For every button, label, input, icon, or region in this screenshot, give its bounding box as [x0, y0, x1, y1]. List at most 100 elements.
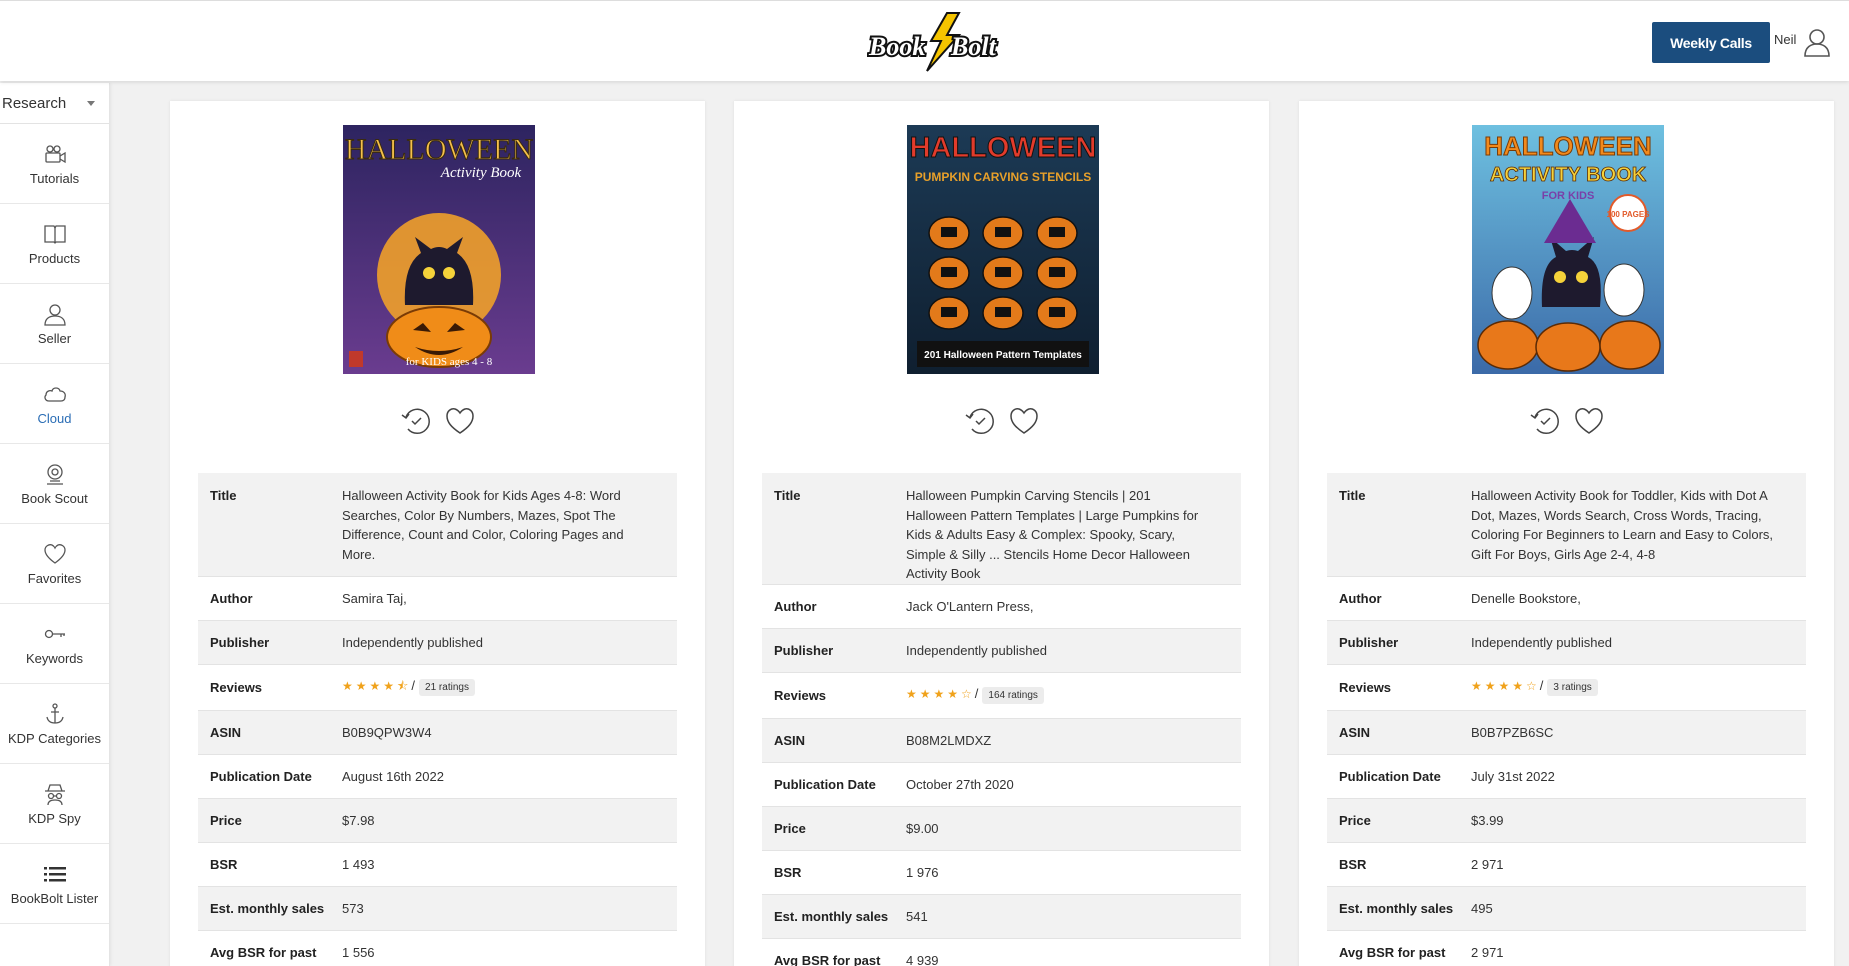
sidebar-item-label: Favorites — [27, 571, 82, 586]
cover-footer: FOR KIDS — [1542, 190, 1595, 202]
product-title-link[interactable]: Halloween Activity Book for Toddler, Kid… — [1471, 473, 1806, 577]
sidebar-item-products[interactable]: Products — [0, 204, 109, 284]
table-row: Reviews ★★★★☆/164 ratings — [762, 672, 1241, 719]
favorite-heart-icon[interactable] — [1573, 405, 1605, 437]
table-row: Price $9.00 — [762, 806, 1241, 851]
reviews-label: Reviews — [762, 672, 906, 719]
product-title-link[interactable]: Halloween Activity Book for Kids Ages 4-… — [342, 473, 677, 577]
book-cover-image[interactable]: HALLOWEEN PUMPKIN CARVING STENCILS 201 H… — [907, 125, 1099, 374]
research-dropdown-value: Research — [2, 94, 67, 112]
weekly-calls-button[interactable]: Weekly Calls — [1652, 22, 1770, 63]
favorite-heart-icon[interactable] — [1008, 405, 1040, 437]
price-label: Price — [762, 806, 906, 851]
asin-label: ASIN — [762, 718, 906, 763]
publisher-label: Publisher — [198, 620, 342, 665]
reviews-label: Reviews — [1327, 664, 1471, 711]
cloud-icon — [43, 387, 66, 402]
card-actions — [734, 405, 1269, 437]
est-sales-value: 541 — [906, 894, 1241, 939]
history-icon[interactable] — [1529, 405, 1561, 437]
table-row: Publisher Independently published — [198, 620, 677, 665]
author-link[interactable]: Samira Taj, — [342, 576, 677, 621]
author-link[interactable]: Denelle Bookstore, — [1471, 576, 1806, 621]
product-details-table: Title Halloween Activity Book for Toddler… — [1327, 473, 1806, 966]
avg-bsr-value: 2 971 — [1471, 930, 1806, 966]
sidebar-item-book-scout[interactable]: Book Scout — [0, 444, 109, 524]
pub-date-value: August 16th 2022 — [342, 754, 677, 799]
star-rating: ★★★★☆ — [1471, 679, 1540, 693]
svg-text:Book: Book — [868, 32, 925, 61]
product-card: HALLOWEEN ACTIVITY BOOK FOR KIDS 100 PAG… — [1299, 101, 1834, 966]
price-label: Price — [198, 798, 342, 843]
sidebar-item-label: KDP Categories — [8, 731, 101, 746]
sidebar-item-tutorials[interactable]: Tutorials — [0, 124, 109, 204]
product-details-table: Title Halloween Pumpkin Carving Stencils … — [762, 473, 1241, 966]
table-row: Price $3.99 — [1327, 798, 1806, 843]
table-row: Avg BSR for past 4 939 — [762, 938, 1241, 966]
user-icon — [43, 304, 66, 326]
product-card: HALLOWEEN PUMPKIN CARVING STENCILS 201 H… — [734, 101, 1269, 966]
table-row: Avg BSR for past 2 971 — [1327, 930, 1806, 966]
table-row: Title Halloween Pumpkin Carving Stencils … — [762, 473, 1241, 585]
table-row: BSR 1 976 — [762, 850, 1241, 895]
table-row: Price $7.98 — [198, 798, 677, 843]
research-dropdown[interactable]: Research — [0, 83, 109, 124]
publisher-label: Publisher — [1327, 620, 1471, 665]
user-name[interactable]: Neil — [1774, 32, 1796, 47]
product-card: HALLOWEEN Activity Book for KIDS ages 4 … — [170, 101, 705, 966]
reviews-value: ★★★★☆/164 ratings — [906, 672, 1241, 719]
price-value: $3.99 — [1471, 798, 1806, 843]
cover-subtitle: PUMPKIN CARVING STENCILS — [915, 170, 1091, 184]
heart-icon — [43, 544, 66, 564]
price-label: Price — [1327, 798, 1471, 843]
table-row: Publication Date August 16th 2022 — [198, 754, 677, 799]
author-label: Author — [1327, 576, 1471, 621]
book-cover-image[interactable]: HALLOWEEN ACTIVITY BOOK FOR KIDS 100 PAG… — [1472, 125, 1664, 374]
product-title-link[interactable]: Halloween Pumpkin Carving Stencils | 201… — [906, 473, 1241, 585]
table-row: Avg BSR for past 1 556 — [198, 930, 677, 966]
publisher-value: Independently published — [1471, 620, 1806, 665]
sidebar-item-kdp-categories[interactable]: KDP Categories — [0, 684, 109, 764]
sidebar-item-cloud[interactable]: Cloud — [0, 364, 109, 444]
anchor-icon — [45, 703, 64, 724]
avg-bsr-label: Avg BSR for past — [1327, 930, 1471, 966]
est-sales-label: Est. monthly sales — [198, 886, 342, 931]
sidebar-item-keywords[interactable]: Keywords — [0, 604, 109, 684]
bsr-label: BSR — [1327, 842, 1471, 887]
book-cover-image[interactable]: HALLOWEEN Activity Book for KIDS ages 4 … — [343, 125, 535, 374]
publisher-value: Independently published — [906, 628, 1241, 673]
bookbolt-logo[interactable]: Book Bolt — [867, 11, 1017, 75]
pub-date-label: Publication Date — [1327, 754, 1471, 799]
history-icon[interactable] — [400, 405, 432, 437]
history-icon[interactable] — [964, 405, 996, 437]
title-label: Title — [198, 473, 342, 577]
avg-bsr-value: 1 556 — [342, 930, 677, 966]
author-link[interactable]: Jack O'Lantern Press, — [906, 584, 1241, 629]
cover-title: HALLOWEEN — [1484, 131, 1652, 161]
sidebar-item-label: Cloud — [37, 411, 72, 426]
product-details-table: Title Halloween Activity Book for Kids Ag… — [198, 473, 677, 966]
chevron-down-icon — [87, 101, 95, 106]
table-row: Author Samira Taj, — [198, 576, 677, 621]
sidebar-item-seller[interactable]: Seller — [0, 284, 109, 364]
pub-date-value: October 27th 2020 — [906, 762, 1241, 807]
sidebar-item-favorites[interactable]: Favorites — [0, 524, 109, 604]
spy-icon — [44, 784, 65, 806]
avg-bsr-label: Avg BSR for past — [198, 930, 342, 966]
star-rating: ★★★★⯪ — [342, 678, 412, 693]
reviews-value: ★★★★☆/3 ratings — [1471, 664, 1806, 711]
table-row: Publisher Independently published — [762, 628, 1241, 673]
sidebar-item-bookbolt-lister[interactable]: BookBolt Lister — [0, 844, 109, 924]
table-row: Title Halloween Activity Book for Kids Ag… — [198, 473, 677, 577]
table-row: Publisher Independently published — [1327, 620, 1806, 665]
favorite-heart-icon[interactable] — [444, 405, 476, 437]
table-row: Publication Date July 31st 2022 — [1327, 754, 1806, 799]
title-label: Title — [1327, 473, 1471, 577]
pub-date-label: Publication Date — [198, 754, 342, 799]
sidebar-item-label: Book Scout — [21, 491, 88, 506]
publisher-label: Publisher — [762, 628, 906, 673]
table-row: ASIN B0B7PZB6SC — [1327, 710, 1806, 755]
sidebar-item-kdp-spy[interactable]: KDP Spy — [0, 764, 109, 844]
table-row: Est. monthly sales 541 — [762, 894, 1241, 939]
user-avatar-icon[interactable] — [1803, 27, 1831, 57]
